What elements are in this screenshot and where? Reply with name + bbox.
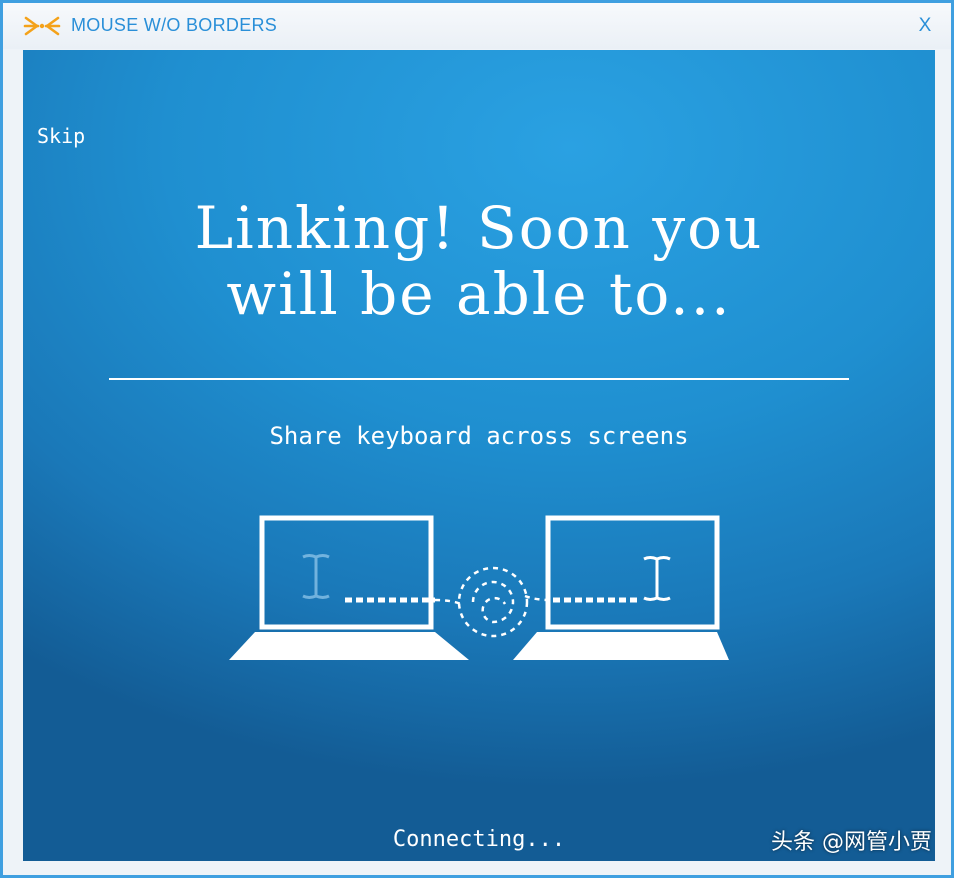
skip-link[interactable]: Skip: [37, 124, 85, 148]
faded-text-cursor-icon: [302, 554, 330, 599]
feature-caption: Share keyboard across screens: [269, 422, 689, 450]
headline-line-2: will be able to...: [226, 260, 732, 328]
close-button[interactable]: X: [913, 13, 937, 39]
headline-line-1: Linking! Soon you: [194, 194, 764, 262]
main-window: MOUSE W/O BORDERS X Skip Linking! Soon y…: [0, 0, 954, 878]
left-laptop-icon: [229, 515, 469, 660]
share-keyboard-illustration: [223, 512, 743, 672]
watermark: 头条 @网管小贾: [771, 830, 932, 855]
right-laptop-icon: [513, 515, 729, 660]
headline: Linking! Soon you will be able to...: [23, 195, 935, 327]
text-cursor-icon: [643, 556, 671, 601]
divider: [109, 378, 849, 380]
window-title: MOUSE W/O BORDERS: [71, 15, 278, 35]
swirl-link-icon: [434, 566, 552, 638]
setup-panel: Skip Linking! Soon you will be able to..…: [23, 50, 935, 861]
title-bar[interactable]: MOUSE W/O BORDERS X: [3, 3, 951, 49]
